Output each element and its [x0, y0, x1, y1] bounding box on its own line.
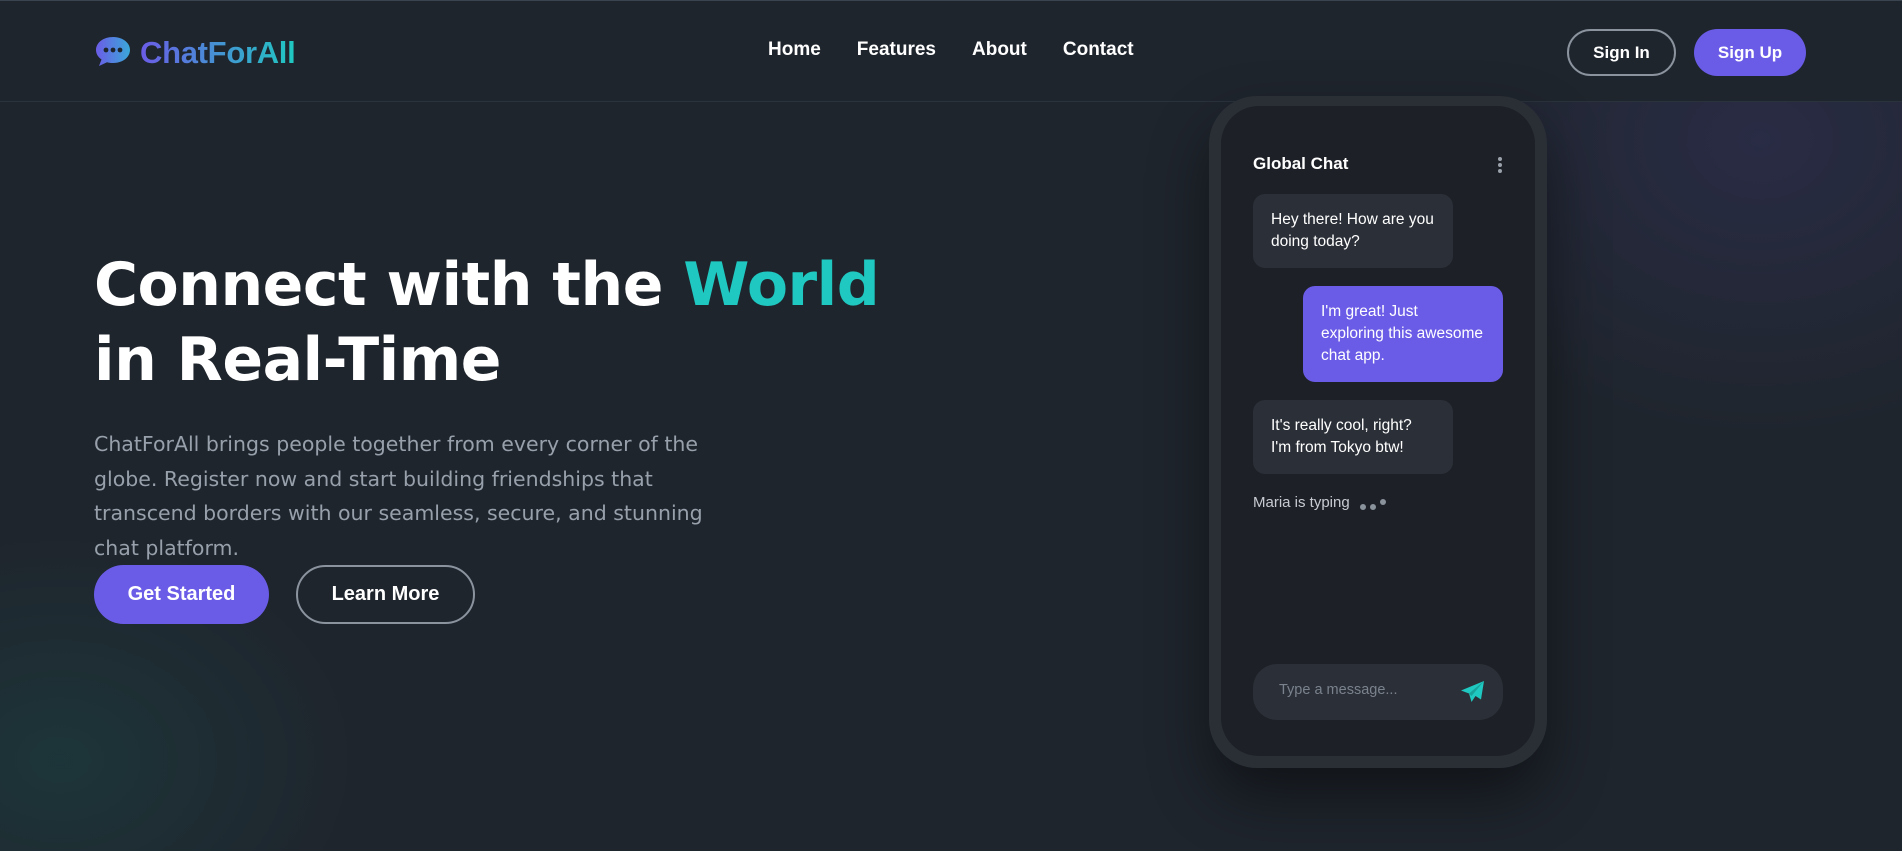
typing-dots-icon	[1359, 496, 1386, 510]
chat-message-incoming: Hey there! How are you doing today?	[1253, 194, 1453, 268]
learn-more-button[interactable]: Learn More	[296, 565, 475, 624]
brand-logo[interactable]: ChatForAll	[94, 34, 296, 72]
phone-screen: Global Chat Hey there! How are you doing…	[1221, 106, 1535, 756]
hero-title-accent: World	[683, 250, 880, 320]
main-nav: Home Features About Contact	[768, 39, 1134, 61]
sign-up-button[interactable]: Sign Up	[1694, 29, 1806, 76]
message-composer[interactable]: Type a message...	[1253, 664, 1503, 720]
message-input[interactable]: Type a message...	[1279, 682, 1397, 698]
nav-contact[interactable]: Contact	[1063, 39, 1134, 61]
nav-home[interactable]: Home	[768, 39, 821, 61]
hero-title: Connect with the World in Real-Time	[94, 248, 954, 398]
hero-title-part2: in Real-Time	[94, 325, 501, 395]
hero-title-part1: Connect with the	[94, 250, 684, 320]
get-started-button[interactable]: Get Started	[94, 565, 269, 624]
site-header: ChatForAll Home Features About Contact S…	[0, 0, 1902, 102]
phone-mockup: Global Chat Hey there! How are you doing…	[1209, 96, 1547, 768]
chat-bubble-icon	[94, 35, 132, 72]
landing-page: ChatForAll Home Features About Contact S…	[0, 0, 1902, 851]
chat-title: Global Chat	[1253, 154, 1349, 173]
hero-subtitle: ChatForAll brings people together from e…	[94, 432, 703, 560]
typing-text: Maria is typing	[1253, 494, 1350, 511]
send-icon[interactable]	[1460, 680, 1485, 704]
nav-about[interactable]: About	[972, 39, 1027, 61]
brand-name: ChatForAll	[140, 35, 296, 70]
nav-features[interactable]: Features	[857, 39, 936, 61]
typing-indicator: Maria is typing	[1253, 494, 1386, 511]
sign-in-button[interactable]: Sign In	[1567, 29, 1676, 76]
more-vertical-icon[interactable]	[1497, 156, 1503, 174]
chat-message-incoming: It's really cool, right? I'm from Tokyo …	[1253, 400, 1453, 474]
chat-message-outgoing: I'm great! Just exploring this awesome c…	[1303, 286, 1503, 382]
